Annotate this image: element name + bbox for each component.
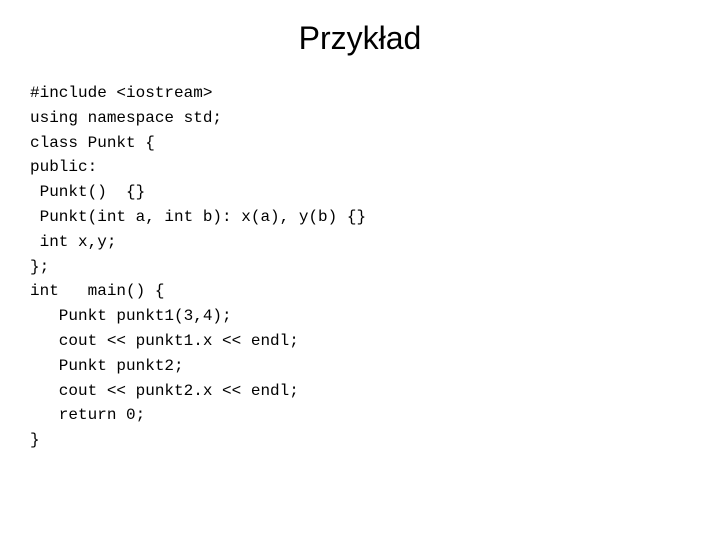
code-line: Punkt punkt2; (30, 354, 366, 379)
code-line: return 0; (30, 403, 366, 428)
code-line: } (30, 428, 366, 453)
code-line: Punkt(int a, int b): x(a), y(b) {} (30, 205, 366, 230)
code-line: int main() { (30, 279, 366, 304)
code-line: public: (30, 155, 366, 180)
code-line: #include <iostream> (30, 81, 366, 106)
code-block: #include <iostream>using namespace std;c… (10, 81, 366, 453)
code-line: Punkt() {} (30, 180, 366, 205)
code-line: }; (30, 255, 366, 280)
page-title: Przykład (299, 20, 422, 57)
code-line: class Punkt { (30, 131, 366, 156)
code-line: int x,y; (30, 230, 366, 255)
code-line: cout << punkt2.x << endl; (30, 379, 366, 404)
page-container: Przykład #include <iostream>using namesp… (0, 0, 720, 540)
code-line: using namespace std; (30, 106, 366, 131)
code-line: Punkt punkt1(3,4); (30, 304, 366, 329)
code-line: cout << punkt1.x << endl; (30, 329, 366, 354)
